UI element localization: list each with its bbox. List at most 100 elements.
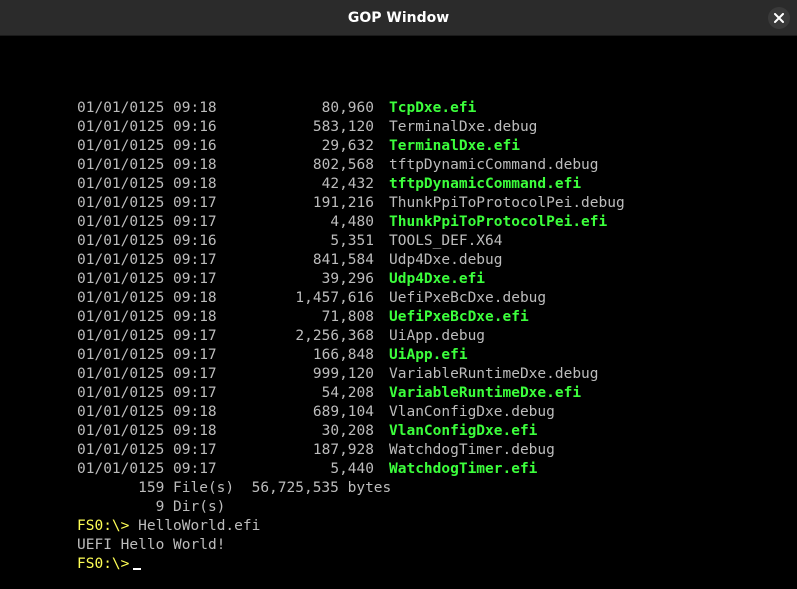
file-name: TerminalDxe.debug <box>389 119 538 135</box>
file-time: 09:16 <box>173 119 217 135</box>
title-bar[interactable]: GOP Window <box>0 0 797 36</box>
file-time: 09:18 <box>173 404 217 420</box>
file-row: 01/01/0125 09:18 689,104 VlanConfigDxe.debu… <box>77 403 625 422</box>
shell-prompt: FS0:\> <box>77 518 130 534</box>
file-size: 71,808 <box>321 309 374 325</box>
file-date: 01/01/0125 <box>77 442 165 458</box>
file-name: TerminalDxe.efi <box>389 138 520 154</box>
file-name: Udp4Dxe.efi <box>389 271 486 287</box>
file-name: tftpDynamicCommand.efi <box>389 176 582 192</box>
file-date: 01/01/0125 <box>77 176 165 192</box>
file-date: 01/01/0125 <box>77 100 165 116</box>
file-row: 01/01/0125 09:17 191,216 ThunkPpiToProtocol… <box>77 194 625 213</box>
file-date: 01/01/0125 <box>77 290 165 306</box>
command-text: HelloWorld.efi <box>129 518 261 534</box>
file-row: 01/01/0125 09:18 80,960 TcpDxe.efi <box>77 99 625 118</box>
file-time: 09:17 <box>173 252 217 268</box>
summary-dirs: 9 Dir(s) <box>77 499 226 515</box>
file-date: 01/01/0125 <box>77 328 165 344</box>
shell-prompt-current: FS0:\> <box>77 556 130 572</box>
command-line: FS0:\> HelloWorld.efi <box>77 517 625 536</box>
file-time: 09:16 <box>173 138 217 154</box>
file-size: 42,432 <box>321 176 374 192</box>
file-row: 01/01/0125 09:17 187,928 WatchdogTimer.debu… <box>77 441 625 460</box>
file-size: 802,568 <box>312 157 374 173</box>
file-name: tftpDynamicCommand.debug <box>389 157 599 173</box>
file-time: 09:17 <box>173 442 217 458</box>
file-size: 39,296 <box>321 271 374 287</box>
file-name: ThunkPpiToProtocolPei.debug <box>389 195 625 211</box>
file-size: 187,928 <box>312 442 374 458</box>
file-date: 01/01/0125 <box>77 423 165 439</box>
file-row: 01/01/0125 09:17 5,440 WatchdogTimer.efi <box>77 460 625 479</box>
file-time: 09:17 <box>173 195 217 211</box>
file-name: VlanConfigDxe.debug <box>389 404 555 420</box>
close-icon <box>774 13 784 23</box>
file-time: 09:17 <box>173 214 217 230</box>
file-size: 583,120 <box>312 119 374 135</box>
file-name: VariableRuntimeDxe.debug <box>389 366 599 382</box>
file-row: 01/01/0125 09:18 1,457,616 UefiPxeBcDxe.deb… <box>77 289 625 308</box>
file-row: 01/01/0125 09:16 583,120 TerminalDxe.debug <box>77 118 625 137</box>
file-row: 01/01/0125 09:17 2,256,368 UiApp.debug <box>77 327 625 346</box>
file-row: 01/01/0125 09:16 5,351 TOOLS_DEF.X64 <box>77 232 625 251</box>
file-date: 01/01/0125 <box>77 271 165 287</box>
file-size: 191,216 <box>312 195 374 211</box>
file-name: UiApp.debug <box>389 328 486 344</box>
file-time: 09:18 <box>173 309 217 325</box>
file-name: WatchdogTimer.efi <box>389 461 538 477</box>
file-size: 54,208 <box>321 385 374 401</box>
file-time: 09:18 <box>173 423 217 439</box>
file-size: 1,457,616 <box>295 290 374 306</box>
file-name: VlanConfigDxe.efi <box>389 423 538 439</box>
program-output: UEFI Hello World! <box>77 537 226 553</box>
file-row: 01/01/0125 09:18 42,432 tftpDynamicCommand.… <box>77 175 625 194</box>
file-row: 01/01/0125 09:17 841,584 Udp4Dxe.debug <box>77 251 625 270</box>
file-date: 01/01/0125 <box>77 461 165 477</box>
file-time: 09:16 <box>173 233 217 249</box>
file-name: VariableRuntimeDxe.efi <box>389 385 582 401</box>
file-date: 01/01/0125 <box>77 366 165 382</box>
file-size: 30,208 <box>321 423 374 439</box>
file-date: 01/01/0125 <box>77 347 165 363</box>
close-button[interactable] <box>768 7 790 29</box>
input-line[interactable]: FS0:\> <box>77 555 625 574</box>
file-time: 09:17 <box>173 385 217 401</box>
terminal-output: 01/01/0125 09:18 80,960 TcpDxe.efi 01/01/012… <box>77 99 625 574</box>
file-row: 01/01/0125 09:17 999,120 VariableRuntimeDxe… <box>77 365 625 384</box>
file-size: 4,480 <box>330 214 374 230</box>
file-size: 166,848 <box>312 347 374 363</box>
file-date: 01/01/0125 <box>77 214 165 230</box>
file-date: 01/01/0125 <box>77 404 165 420</box>
file-row: 01/01/0125 09:16 29,632 TerminalDxe.efi <box>77 137 625 156</box>
file-name: Udp4Dxe.debug <box>389 252 503 268</box>
file-name: TcpDxe.efi <box>389 100 477 116</box>
file-date: 01/01/0125 <box>77 195 165 211</box>
file-size: 80,960 <box>321 100 374 116</box>
file-row: 01/01/0125 09:18 30,208 VlanConfigDxe.efi <box>77 422 625 441</box>
file-size: 29,632 <box>321 138 374 154</box>
file-size: 5,351 <box>330 233 374 249</box>
file-name: UefiPxeBcDxe.debug <box>389 290 547 306</box>
file-time: 09:17 <box>173 328 217 344</box>
file-date: 01/01/0125 <box>77 138 165 154</box>
terminal-screen[interactable]: 01/01/0125 09:18 80,960 TcpDxe.efi 01/01/012… <box>0 37 797 589</box>
file-size: 999,120 <box>312 366 374 382</box>
file-time: 09:17 <box>173 347 217 363</box>
file-date: 01/01/0125 <box>77 385 165 401</box>
file-name: WatchdogTimer.debug <box>389 442 555 458</box>
file-date: 01/01/0125 <box>77 252 165 268</box>
file-date: 01/01/0125 <box>77 233 165 249</box>
summary-files: 159 File(s) 56,725,535 bytes <box>77 480 392 496</box>
file-time: 09:17 <box>173 271 217 287</box>
file-listing: 01/01/0125 09:18 80,960 TcpDxe.efi 01/01/012… <box>77 99 625 479</box>
file-date: 01/01/0125 <box>77 309 165 325</box>
file-time: 09:18 <box>173 290 217 306</box>
gop-window: GOP Window 01/01/0125 09:18 80,960 TcpDxe.e… <box>0 0 797 589</box>
file-row: 01/01/0125 09:17 166,848 UiApp.efi <box>77 346 625 365</box>
file-row: 01/01/0125 09:17 4,480 ThunkPpiToProtocolPe… <box>77 213 625 232</box>
file-name: TOOLS_DEF.X64 <box>389 233 503 249</box>
file-size: 841,584 <box>312 252 374 268</box>
window-title: GOP Window <box>347 10 450 26</box>
file-name: UiApp.efi <box>389 347 468 363</box>
